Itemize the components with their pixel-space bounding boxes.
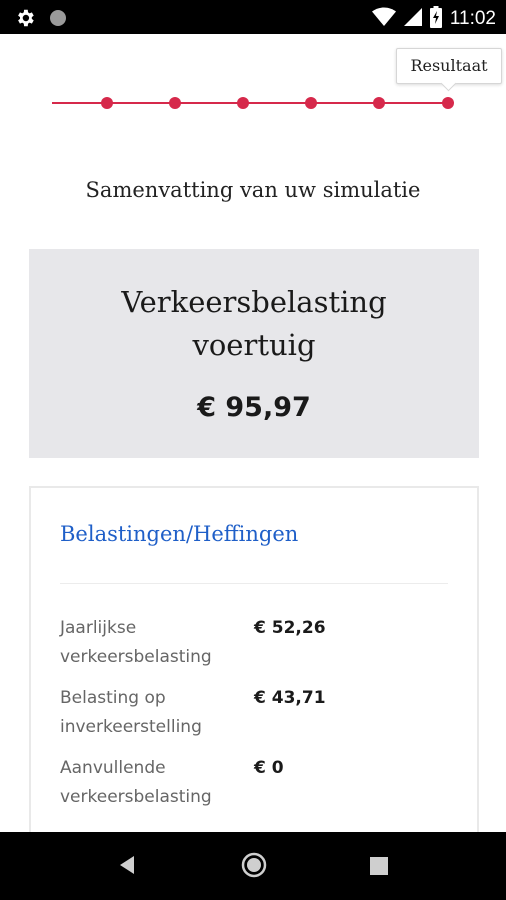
step-dot-6[interactable] [442,97,454,109]
row-value: € 52,26 [254,618,326,638]
step-tooltip-label: Resultaat [410,56,488,75]
circle-icon [48,8,68,32]
row-label-line1: Aanvullende [60,758,166,778]
row-value: € 0 [254,758,284,778]
wifi-icon [371,7,396,31]
battery-icon [429,6,442,32]
step-dot-5[interactable] [373,97,385,109]
row-value: € 43,71 [254,688,326,708]
summary-title-line2: voertuig [192,328,316,362]
breakdown-heading: Belastingen/Heffingen [60,522,299,546]
status-right: 11:02 [371,6,496,32]
summary-amount: € 95,97 [197,392,311,423]
step-tooltip: Resultaat [396,48,502,92]
divider [60,583,448,584]
status-time: 11:02 [449,8,496,29]
step-dot-2[interactable] [169,97,181,109]
summary-title: Verkeersbelasting voertuig [29,281,479,367]
status-bar: 11:02 [0,0,506,34]
row-label: Belasting op inverkeerstelling [60,684,245,742]
row-label-line1: Belasting op [60,688,166,708]
row-label-line2: inverkeerstelling [60,717,202,737]
status-left [14,7,68,33]
page-subtitle: Samenvatting van uw simulatie [85,178,421,202]
signal-icon [403,8,422,30]
row-label: Jaarlijkse verkeersbelasting [60,614,245,672]
settings-icon [14,7,36,33]
recents-icon[interactable] [370,857,388,879]
row-label-line1: Jaarlijkse [60,618,137,638]
row-label: Aanvullende verkeersbelasting [60,754,245,812]
summary-title-line1: Verkeersbelasting [121,285,387,319]
breakdown-card: Belastingen/Heffingen Jaarlijkse verkeer… [29,486,479,848]
step-dot-4[interactable] [305,97,317,109]
progress-stepper [52,94,456,112]
row-label-line2: verkeersbelasting [60,647,212,667]
row-label-line2: verkeersbelasting [60,787,212,807]
tooltip-arrow [440,75,457,92]
home-icon[interactable] [240,851,268,883]
navigation-bar [0,832,506,900]
summary-box: Verkeersbelasting voertuig € 95,97 [29,249,479,458]
step-dot-1[interactable] [101,97,113,109]
back-icon[interactable] [116,852,138,882]
step-dot-3[interactable] [237,97,249,109]
